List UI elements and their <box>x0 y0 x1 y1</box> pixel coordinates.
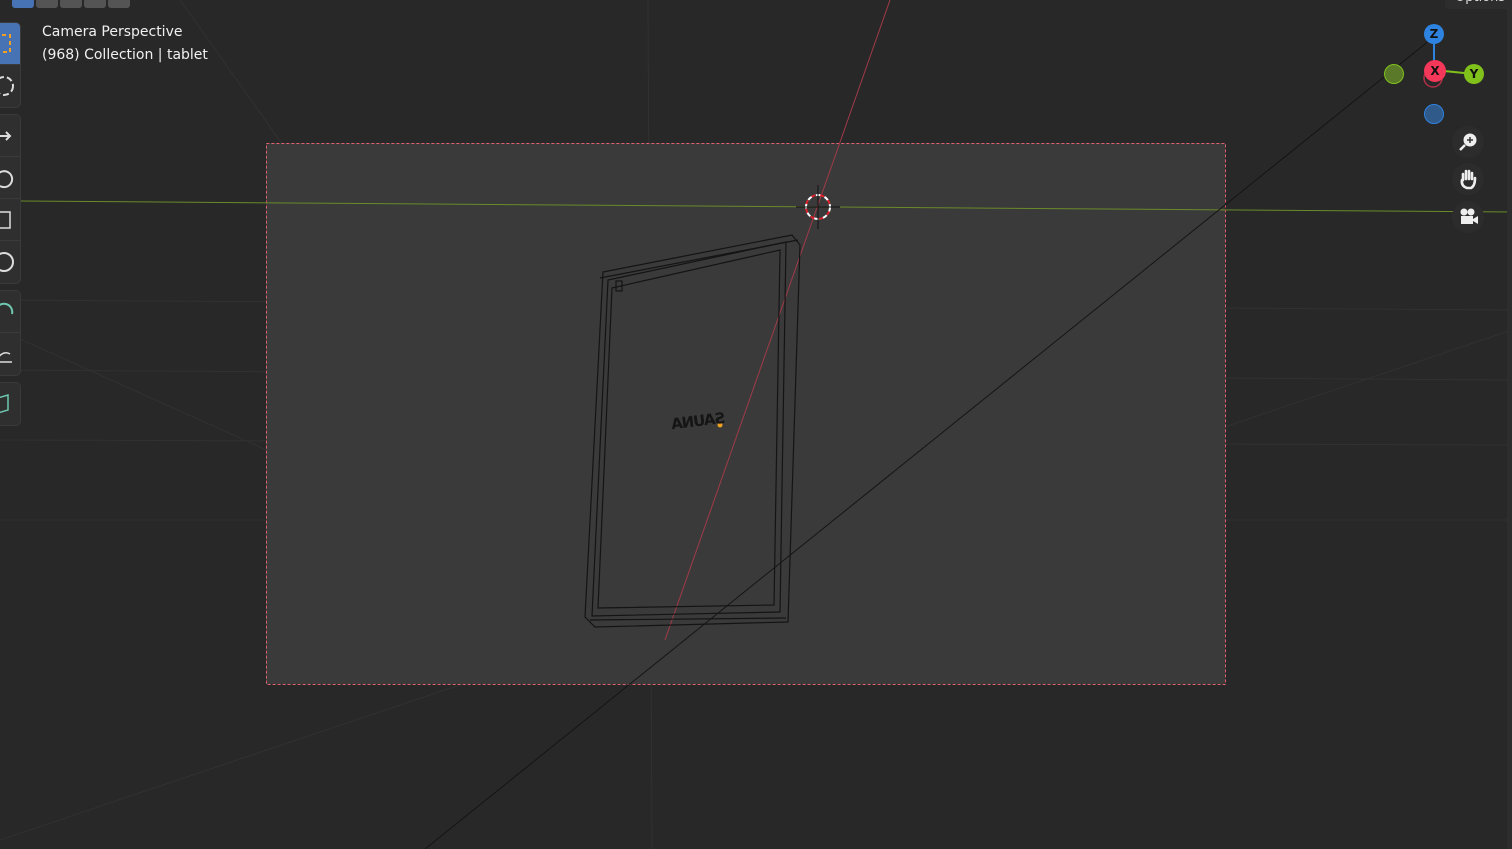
zoom-icon <box>1459 133 1477 151</box>
tool-shelf <box>0 22 21 432</box>
move-icon <box>0 131 12 141</box>
x-axis-handle[interactable]: X <box>1424 60 1446 82</box>
rotate-icon <box>0 170 14 189</box>
tool-cursor[interactable] <box>0 65 20 107</box>
tool-measure[interactable] <box>0 333 20 375</box>
tool-add-cube[interactable] <box>0 383 20 425</box>
y-axis-handle[interactable]: Y <box>1464 64 1484 84</box>
zoom-button[interactable] <box>1452 126 1484 158</box>
view-name: Camera Perspective <box>42 24 183 40</box>
mode-intersect-button[interactable] <box>108 0 130 8</box>
3d-viewport[interactable]: SAUNA <box>0 0 1512 849</box>
scene-canvas <box>0 0 1512 849</box>
pan-button[interactable] <box>1452 163 1484 195</box>
tool-select-box[interactable] <box>0 23 20 65</box>
tool-rotate[interactable] <box>0 157 20 199</box>
sidebar-edge[interactable] <box>1507 0 1512 849</box>
annotate-icon <box>0 302 14 315</box>
neg-y-axis-handle <box>1384 64 1404 84</box>
camera-icon <box>1460 208 1478 224</box>
mode-new-button[interactable] <box>12 0 34 8</box>
selection-mode-buttons <box>12 0 130 8</box>
measure-icon <box>0 352 12 363</box>
neg-z-axis-handle <box>1424 104 1444 124</box>
scale-icon <box>0 211 11 229</box>
select-box-icon <box>0 34 11 53</box>
z-axis-handle[interactable]: Z <box>1424 24 1444 44</box>
tool-transform[interactable] <box>0 241 20 283</box>
collection-info: (968) Collection | tablet <box>42 47 208 63</box>
transform-icon <box>0 252 14 272</box>
mode-add-button[interactable] <box>36 0 58 8</box>
cursor-icon <box>0 76 14 96</box>
mode-difference-button[interactable] <box>84 0 106 8</box>
hand-icon <box>1460 169 1477 190</box>
tool-move[interactable] <box>0 115 20 157</box>
tool-scale[interactable] <box>0 199 20 241</box>
mode-subtract-button[interactable] <box>60 0 82 8</box>
tool-annotate[interactable] <box>0 291 20 333</box>
camera-frame-area <box>266 143 1225 684</box>
add-cube-icon <box>0 393 9 414</box>
options-button[interactable]: Options <box>1445 0 1512 9</box>
camera-view-button[interactable] <box>1452 201 1484 233</box>
